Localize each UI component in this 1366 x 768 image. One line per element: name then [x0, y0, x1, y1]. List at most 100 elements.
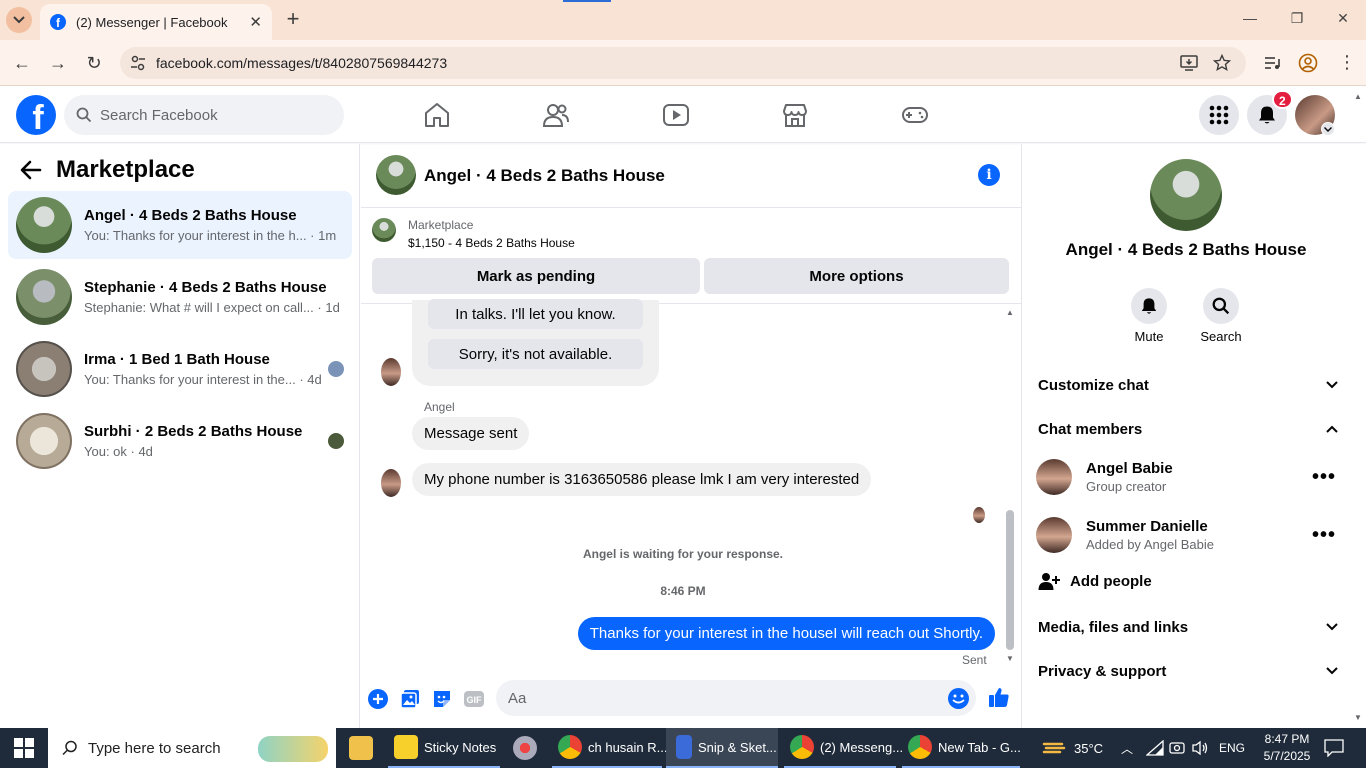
- sender-avatar[interactable]: [381, 358, 401, 386]
- network-icon[interactable]: [1146, 740, 1164, 756]
- scroll-down-icon[interactable]: ▼: [1354, 713, 1362, 722]
- menu-button[interactable]: [1199, 95, 1239, 135]
- chat-members-row[interactable]: Chat members: [1038, 417, 1338, 441]
- bookmark-star-icon[interactable]: [1213, 54, 1231, 72]
- restore-icon[interactable]: ❐: [1287, 10, 1307, 30]
- search-icon: [62, 740, 77, 756]
- sticker-icon[interactable]: [431, 688, 453, 710]
- reload-icon[interactable]: ↻: [84, 53, 104, 73]
- facebook-search-input[interactable]: Search Facebook: [64, 95, 344, 135]
- windows-start-icon[interactable]: [14, 738, 34, 758]
- taskbar-app[interactable]: Sticky Notes: [388, 728, 500, 768]
- taskbar-app[interactable]: New Tab - G...: [902, 728, 1021, 768]
- facebook-logo[interactable]: f: [16, 95, 56, 135]
- taskbar-app[interactable]: ch husain R...: [552, 728, 668, 768]
- folder-icon: [349, 736, 373, 760]
- search-placeholder: Search Facebook: [100, 106, 218, 124]
- close-window-icon[interactable]: ✕: [1333, 10, 1353, 30]
- home-icon[interactable]: [423, 102, 451, 128]
- video-icon[interactable]: [662, 102, 690, 128]
- more-icon[interactable]: •••: [1312, 466, 1336, 489]
- add-person-icon: [1038, 573, 1060, 590]
- url-field[interactable]: facebook.com/messages/t/8402807569844273: [120, 47, 1246, 79]
- conversation-item[interactable]: Surbhi · 2 Beds 2 Baths House You: ok · …: [8, 407, 352, 475]
- scroll-up-icon[interactable]: ▲: [1354, 92, 1362, 101]
- member-name: Summer Danielle: [1086, 518, 1208, 535]
- new-tab-button[interactable]: +: [282, 8, 304, 30]
- chat-title[interactable]: Angel · 4 Beds 2 Baths House: [424, 166, 665, 186]
- gif-icon[interactable]: GIF: [463, 688, 485, 710]
- chat-avatar[interactable]: [376, 155, 416, 195]
- clock-date: 5/7/2025: [1263, 749, 1311, 763]
- close-tab-icon[interactable]: ✕: [249, 13, 262, 31]
- back-arrow-icon[interactable]: [20, 160, 42, 180]
- taskbar-app[interactable]: (2) Messeng...: [784, 728, 903, 768]
- taskbar-app-label: Snip & Sket...: [698, 739, 777, 755]
- chat-profile-image[interactable]: [1150, 159, 1222, 231]
- minimize-icon[interactable]: —: [1240, 10, 1260, 30]
- back-icon[interactable]: ←: [12, 53, 32, 73]
- media-files-links-row[interactable]: Media, files and links: [1038, 615, 1338, 639]
- notification-center-icon[interactable]: [1324, 739, 1344, 757]
- conversation-preview: You: Thanks for your interest in the h..…: [84, 228, 337, 243]
- conversation-preview: You: Thanks for your interest in the... …: [84, 372, 322, 387]
- plus-circle-icon[interactable]: [367, 688, 389, 710]
- conversation-item[interactable]: Stephanie · 4 Beds 2 Baths House Stephan…: [8, 263, 352, 331]
- meet-now-icon[interactable]: [1169, 740, 1185, 756]
- listing-price-title[interactable]: $1,150 - 4 Beds 2 Baths House: [408, 236, 575, 250]
- browser-menu-icon[interactable]: ⋮: [1338, 52, 1356, 73]
- account-dropdown-icon[interactable]: [1321, 122, 1335, 136]
- emoji-icon[interactable]: [948, 688, 969, 709]
- volume-icon[interactable]: [1191, 740, 1209, 756]
- member-avatar: [1036, 517, 1072, 553]
- browser-tab-messenger[interactable]: f (2) Messenger | Facebook ✕: [40, 4, 272, 40]
- mark-as-pending-button[interactable]: Mark as pending: [372, 258, 700, 294]
- weather-widget[interactable]: 35°C: [1042, 728, 1112, 768]
- site-settings-icon[interactable]: [130, 55, 146, 71]
- conversation-item[interactable]: Angel · 4 Beds 2 Baths House You: Thanks…: [8, 191, 352, 259]
- taskbar-search-input[interactable]: Type here to search: [48, 728, 336, 768]
- more-options-button[interactable]: More options: [704, 258, 1009, 294]
- search-highlight-image: [258, 736, 328, 762]
- quick-reply-button[interactable]: Sorry, it's not available.: [428, 339, 643, 369]
- conversation-item[interactable]: Irma · 1 Bed 1 Bath House You: Thanks fo…: [8, 335, 352, 403]
- chat-scrollbar[interactable]: [1006, 510, 1014, 650]
- search-in-chat-button[interactable]: [1203, 288, 1239, 324]
- outgoing-message[interactable]: Thanks for your interest in the houseI w…: [577, 617, 995, 650]
- message-input[interactable]: Aa: [496, 680, 976, 716]
- privacy-support-row[interactable]: Privacy & support: [1038, 659, 1338, 683]
- media-control-icon[interactable]: [1263, 54, 1281, 72]
- install-app-icon[interactable]: [1180, 54, 1198, 72]
- incoming-message[interactable]: My phone number is 3163650586 please lmk…: [412, 463, 872, 496]
- taskbar-file-explorer[interactable]: [344, 728, 378, 768]
- add-people-button[interactable]: Add people: [1038, 572, 1152, 590]
- quick-reply-button[interactable]: In talks. I'll let you know.: [428, 299, 643, 329]
- forward-icon[interactable]: →: [48, 53, 68, 73]
- more-icon[interactable]: •••: [1312, 524, 1336, 547]
- thumbs-up-icon[interactable]: [988, 686, 1010, 708]
- sender-avatar[interactable]: [381, 469, 401, 497]
- listing-thumbnail[interactable]: [372, 218, 396, 242]
- marketplace-icon[interactable]: [781, 102, 809, 128]
- info-icon[interactable]: i: [978, 164, 1000, 186]
- member-item[interactable]: Summer Danielle Added by Angel Babie •••: [1036, 513, 1336, 557]
- scroll-down-icon[interactable]: ▼: [1006, 654, 1014, 663]
- member-item[interactable]: Angel Babie Group creator •••: [1036, 455, 1336, 499]
- language-indicator[interactable]: ENG: [1219, 741, 1245, 755]
- scroll-up-icon[interactable]: ▲: [1006, 308, 1014, 317]
- taskbar-app[interactable]: [508, 728, 542, 768]
- gaming-icon[interactable]: [901, 102, 929, 128]
- tab-search-button[interactable]: [6, 7, 32, 33]
- mute-button[interactable]: [1131, 288, 1167, 324]
- show-hidden-icons-icon[interactable]: ︿: [1121, 740, 1133, 757]
- incoming-message[interactable]: Message sent: [412, 417, 530, 450]
- temperature: 35°C: [1074, 740, 1104, 756]
- tab-title: (2) Messenger | Facebook: [76, 14, 228, 30]
- customize-chat-row[interactable]: Customize chat: [1038, 373, 1338, 397]
- photo-icon[interactable]: [399, 688, 421, 710]
- friends-icon[interactable]: [542, 102, 570, 128]
- clock[interactable]: 8:47 PM 5/7/2025: [1252, 731, 1322, 765]
- profile-icon[interactable]: [1298, 53, 1318, 73]
- taskbar-app[interactable]: Snip & Sket...: [666, 728, 778, 768]
- conversation-name: Irma · 1 Bed 1 Bath House: [84, 351, 270, 368]
